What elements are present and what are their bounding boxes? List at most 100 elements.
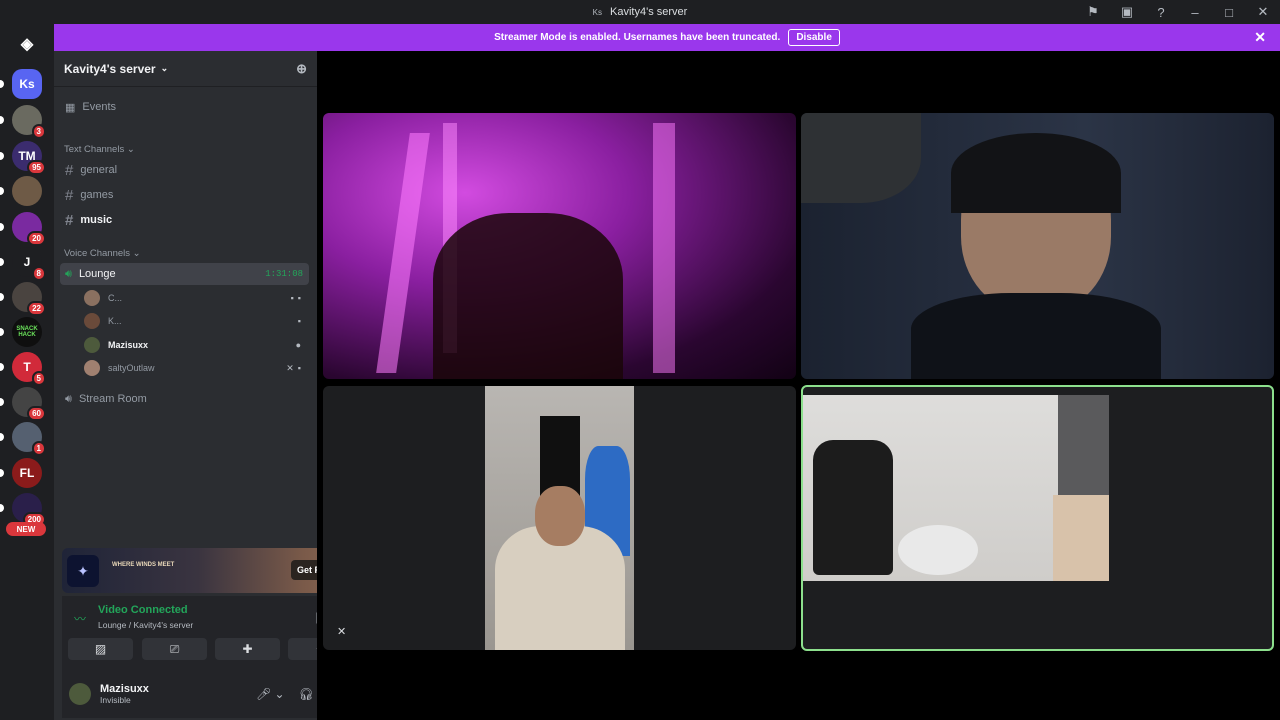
flag-icon[interactable]: ⚑ bbox=[1076, 4, 1110, 20]
avatar[interactable] bbox=[69, 683, 91, 705]
camera-toggle-button[interactable]: ▨ bbox=[68, 638, 133, 660]
title-bar: Ks Kavity4's server ⚑ ▣ ? – □ ✕ bbox=[0, 0, 1280, 24]
camera-icon: ▪▪ bbox=[290, 293, 305, 303]
unread-pill bbox=[0, 293, 4, 301]
server-icon[interactable]: SNACK HACK bbox=[12, 317, 42, 347]
unread-pill bbox=[0, 363, 4, 371]
new-badge: NEW bbox=[6, 522, 46, 536]
screen-share-button[interactable]: ⎚ bbox=[142, 638, 207, 660]
video-tile[interactable]: ✕ bbox=[323, 386, 796, 650]
close-window-button[interactable]: ✕ bbox=[1246, 4, 1280, 20]
server-header[interactable]: Kavity4's server ⌄ ⊕ bbox=[54, 51, 317, 87]
channel-music[interactable]: # music bbox=[60, 209, 309, 231]
server-icon[interactable]: J8 bbox=[12, 247, 46, 281]
mention-badge: 1 bbox=[31, 441, 46, 456]
server-icon-label: Ks bbox=[19, 77, 35, 91]
minimize-button[interactable]: – bbox=[1178, 5, 1212, 20]
mention-badge: 60 bbox=[27, 406, 46, 421]
video-tile[interactable] bbox=[323, 113, 796, 379]
voice-user[interactable]: C... ▪▪ bbox=[84, 288, 305, 308]
mention-badge: 95 bbox=[27, 160, 46, 175]
unread-pill bbox=[0, 398, 4, 406]
inbox-icon[interactable]: ▣ bbox=[1110, 4, 1144, 20]
activities-button[interactable]: ✚ bbox=[215, 638, 280, 660]
chevron-down-icon: ⌄ bbox=[160, 63, 169, 73]
server-icon-label: FL bbox=[19, 466, 35, 480]
unread-pill bbox=[0, 469, 4, 477]
server-icon-mini: Ks bbox=[592, 7, 603, 17]
mention-badge: 3 bbox=[31, 124, 46, 139]
mention-badge: 22 bbox=[27, 301, 46, 316]
voice-channel-stream-room[interactable]: 🔊︎ Stream Room bbox=[60, 388, 309, 410]
unread-pill bbox=[0, 80, 4, 88]
calendar-icon: ▦ bbox=[65, 101, 76, 114]
server-icon[interactable] bbox=[12, 176, 42, 206]
server-icon[interactable]: TM 95 bbox=[12, 141, 46, 175]
server-icon[interactable]: 1 bbox=[12, 422, 46, 456]
server-list: ◈ Ks 3 TM 95 20 J 8 22 SNACK HACK T 5 60 1 FL 200 NEW bbox=[0, 24, 54, 720]
unread-pill bbox=[0, 152, 4, 160]
text-channels-category[interactable]: Text Channels ⌄ bbox=[64, 144, 135, 155]
server-name: Kavity4's server bbox=[64, 61, 156, 76]
mention-badge: 20 bbox=[27, 231, 46, 246]
voice-channels-category[interactable]: Voice Channels ⌄ bbox=[64, 248, 141, 259]
server-icon[interactable]: 20 bbox=[12, 212, 46, 246]
server-icon[interactable]: 3 bbox=[12, 105, 46, 139]
user-status: Invisible bbox=[100, 695, 131, 705]
channel-general[interactable]: # general bbox=[60, 159, 309, 181]
hash-icon: # bbox=[65, 211, 74, 229]
banner-text: Streamer Mode is enabled. Usernames have… bbox=[494, 32, 781, 43]
camera-icon: ▪ bbox=[297, 316, 305, 326]
hash-icon: # bbox=[65, 186, 74, 204]
streaming-icon: ● bbox=[295, 340, 305, 350]
channel-sidebar: Kavity4's server ⌄ ⊕ ▦ Events Text Chann… bbox=[54, 51, 364, 720]
hash-icon: # bbox=[65, 161, 74, 179]
voice-user[interactable]: K... ▪ bbox=[84, 311, 305, 331]
disable-button[interactable]: Disable bbox=[788, 29, 840, 46]
window-title: Kavity4's server bbox=[610, 6, 688, 18]
server-icon[interactable]: Ks bbox=[12, 69, 42, 99]
mention-badge: 5 bbox=[31, 371, 46, 386]
channel-games[interactable]: # games bbox=[60, 184, 309, 206]
video-stage: ✕ bbox=[317, 51, 1280, 720]
voice-channel-lounge[interactable]: 🔊︎ Lounge 1:31:08 bbox=[60, 263, 309, 285]
mention-badge: 8 bbox=[31, 266, 46, 281]
speaker-icon: 🔊︎ bbox=[65, 392, 72, 405]
events-item[interactable]: ▦ Events bbox=[60, 96, 309, 118]
server-icon[interactable]: 22 bbox=[12, 282, 46, 316]
server-icon[interactable]: 200 bbox=[12, 493, 46, 527]
nitro-icon: ✦ bbox=[67, 555, 99, 587]
unread-pill bbox=[0, 433, 4, 441]
unread-pill bbox=[0, 187, 4, 195]
voice-user[interactable]: saltyOutlaw ✕▪ bbox=[84, 358, 305, 378]
mute-icon: ✕▪ bbox=[286, 362, 305, 373]
server-icon-label: T bbox=[23, 360, 31, 374]
unread-pill bbox=[0, 504, 4, 512]
maximize-button[interactable]: □ bbox=[1212, 5, 1246, 20]
voice-timer: 1:31:08 bbox=[265, 269, 303, 279]
signal-icon: 〰 bbox=[74, 612, 87, 626]
unread-pill bbox=[0, 258, 4, 266]
voice-user[interactable]: Mazisuxx ● bbox=[84, 335, 305, 355]
username[interactable]: Mazisuxx bbox=[100, 683, 149, 695]
add-member-icon[interactable]: ⊕ bbox=[296, 61, 307, 77]
discord-icon[interactable]: ◈ bbox=[12, 29, 42, 59]
close-icon[interactable]: ✕ bbox=[1254, 29, 1266, 46]
unread-pill bbox=[0, 116, 4, 124]
streamer-mode-banner: Streamer Mode is enabled. Usernames have… bbox=[54, 24, 1280, 51]
server-icon[interactable]: FL bbox=[12, 458, 42, 488]
voice-location[interactable]: Lounge / Kavity4's server bbox=[98, 620, 193, 630]
video-tile-speaking[interactable] bbox=[801, 385, 1274, 651]
game-tag: WHERE WINDS MEET bbox=[112, 562, 175, 568]
unread-pill bbox=[0, 223, 4, 231]
server-icon-label: J bbox=[23, 255, 31, 269]
video-tile[interactable] bbox=[801, 113, 1274, 379]
muted-icon: ✕ bbox=[337, 626, 347, 638]
server-icon[interactable]: T5 bbox=[12, 352, 46, 386]
help-icon[interactable]: ? bbox=[1144, 5, 1178, 20]
microphone-icon[interactable]: 🎤︎ ⌄ bbox=[256, 687, 285, 701]
server-icon[interactable]: 60 bbox=[12, 387, 46, 421]
server-icon-label: SNACK HACK bbox=[16, 326, 38, 338]
unread-pill bbox=[0, 328, 4, 336]
voice-status[interactable]: Video Connected bbox=[98, 604, 188, 616]
